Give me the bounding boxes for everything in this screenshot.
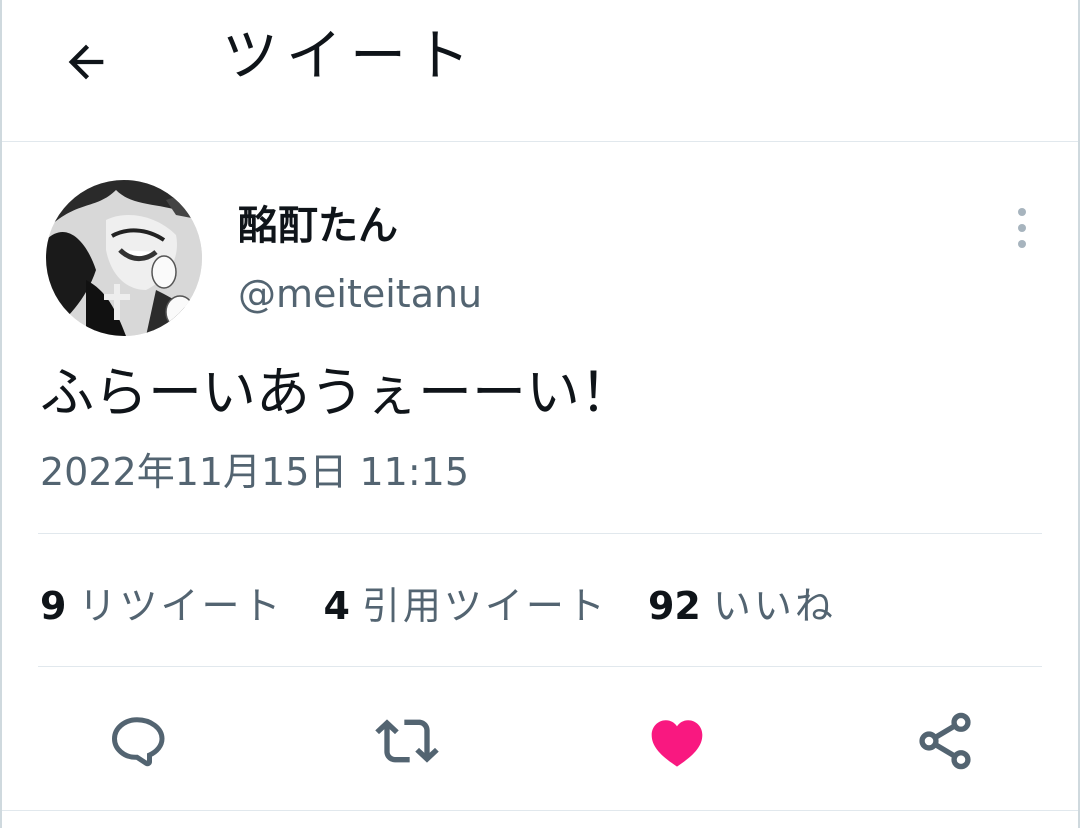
reply-button[interactable] (102, 706, 172, 776)
like-count[interactable]: 92 いいね (648, 575, 836, 630)
user-handle[interactable]: @meiteitanu (238, 268, 482, 320)
page-title: ツイート (222, 24, 478, 89)
engagement-stats: 9 リツイート 4 引用ツイート 92 いいね (40, 574, 876, 630)
divider (38, 666, 1042, 667)
avatar[interactable] (46, 180, 202, 336)
retweet-icon (375, 719, 439, 763)
quote-count[interactable]: 4 引用ツイート (323, 575, 607, 630)
tweet-text: ふらーいあうぇーーい！ (40, 361, 634, 424)
arrow-left-icon (68, 44, 104, 80)
retweet-count-value: 9 (40, 583, 67, 628)
heart-icon (651, 720, 703, 767)
display-name[interactable]: 酩酊たん (238, 198, 398, 254)
reply-icon (111, 717, 165, 767)
retweet-count-label: リツイート (78, 583, 284, 628)
more-options-button[interactable] (1002, 200, 1042, 256)
action-bar (2, 700, 1078, 780)
quote-count-label: 引用ツイート (361, 583, 608, 628)
tweet-timestamp[interactable]: 2022年11月15日 11:15 (40, 446, 469, 498)
back-button[interactable] (54, 30, 118, 94)
top-bar: ツイート (2, 0, 1078, 142)
quote-count-value: 4 (323, 583, 350, 628)
more-vertical-icon (1018, 208, 1026, 248)
like-count-value: 92 (647, 583, 701, 628)
like-button[interactable] (642, 706, 712, 776)
divider (2, 810, 1078, 811)
share-button[interactable] (910, 706, 980, 776)
retweet-count[interactable]: 9 リツイート (40, 575, 283, 630)
divider (38, 533, 1042, 534)
tweet-detail-screen: ツイート 酩酊たん @meiteitanu ふらーいあうぇーーい！ 2022年1… (0, 0, 1080, 828)
like-count-label: いいね (712, 583, 836, 628)
manga-character-avatar (46, 180, 202, 336)
retweet-button[interactable] (372, 706, 442, 776)
share-icon (919, 712, 971, 770)
